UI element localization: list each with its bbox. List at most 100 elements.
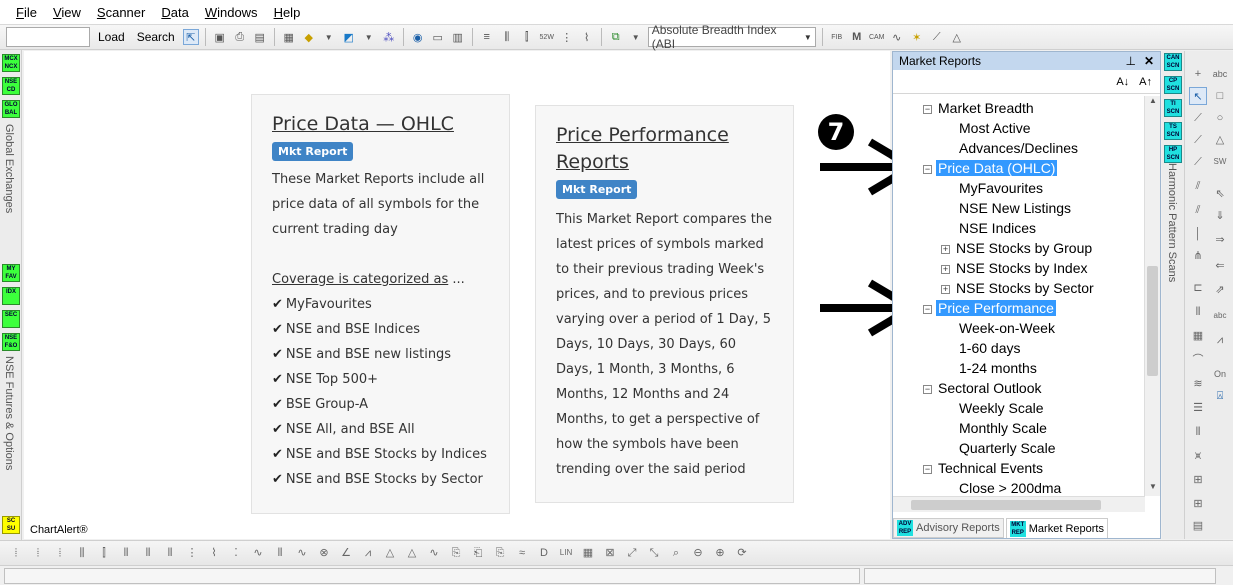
camarilla-icon[interactable]: CAM [869, 29, 885, 45]
candle-icon[interactable]: ⫿ [519, 29, 535, 45]
refresh-icon[interactable]: ⟳ [734, 545, 750, 561]
arrow-right-icon[interactable]: ⇒ [1211, 231, 1229, 249]
zoom-in-icon[interactable]: ⊕ [712, 545, 728, 561]
tree-item[interactable]: Advances/Declines [957, 138, 1080, 158]
indicator-icon[interactable]: ◩ [341, 29, 357, 45]
grid-icon[interactable]: ▦ [580, 545, 596, 561]
arrow-up-right-icon[interactable]: ⇗ [1211, 281, 1229, 299]
on-toggle-icon[interactable]: On [1211, 365, 1229, 383]
table-icon[interactable]: ▤ [1189, 517, 1207, 535]
tree-item[interactable]: + NSE Stocks by Index [941, 258, 1090, 278]
wave-icon[interactable]: ∿ [250, 545, 266, 561]
line-chart-icon[interactable]: ⌇ [206, 545, 222, 561]
hilo-icon[interactable]: 52W [539, 29, 555, 45]
tree-item[interactable]: + NSE Stocks by Sector [941, 278, 1096, 298]
scroll-thumb[interactable] [1147, 266, 1158, 376]
compress-icon[interactable]: ⤡ [646, 545, 662, 561]
ray-icon[interactable]: ⟋ [1189, 153, 1207, 171]
scan-button[interactable]: TI SCN [1164, 99, 1182, 117]
copy-icon[interactable]: ⎘ [492, 545, 508, 561]
collapse-icon[interactable]: − [923, 384, 932, 394]
ohlc-icon[interactable]: ⫼ [74, 545, 90, 561]
wave-icon[interactable]: ∿ [294, 545, 310, 561]
pitchfork-icon[interactable]: ⋔ [1189, 247, 1207, 265]
globe-icon[interactable]: ◉ [410, 29, 426, 45]
fan-icon[interactable]: ⩘ [360, 545, 376, 561]
pattern-icon[interactable]: △ [382, 545, 398, 561]
arc-icon[interactable]: ⌒ [1189, 351, 1207, 369]
volume-icon[interactable]: ⋮ [184, 545, 200, 561]
line-icon[interactable]: ⟋ [1189, 109, 1207, 127]
bars-icon[interactable]: ⦀ [1189, 303, 1207, 321]
grid-icon[interactable]: ⊞ [1189, 495, 1207, 513]
pattern-icon[interactable]: △ [949, 29, 965, 45]
window-icon[interactable]: ▭ [430, 29, 446, 45]
save-icon[interactable]: ▣ [212, 29, 228, 45]
menu-scanner[interactable]: Scanner [89, 5, 153, 20]
tree-item[interactable]: Weekly Scale [957, 398, 1046, 418]
tree-item[interactable]: − Price Performance [923, 298, 1056, 318]
tree-item[interactable]: − Sectoral Outlook [923, 378, 1044, 398]
tree-item[interactable]: − Technical Events [923, 458, 1045, 478]
grid-icon[interactable]: ▦ [1189, 327, 1207, 345]
chevron-down-icon[interactable]: ▼ [361, 29, 377, 45]
scan-button[interactable]: CAN SCN [1164, 53, 1182, 71]
breadth-icon[interactable]: ⧉ [608, 29, 624, 45]
volume-icon[interactable]: ⋮ [559, 29, 575, 45]
sec-button[interactable]: SEC [2, 310, 20, 328]
dots-icon[interactable]: ⁚ [228, 545, 244, 561]
chevron-down-icon[interactable]: ▼ [628, 29, 644, 45]
tree-item[interactable]: Close > 200dma [957, 478, 1063, 496]
d-icon[interactable]: D [536, 545, 552, 561]
pin-icon[interactable]: ⊥ [1125, 54, 1135, 68]
tree-item[interactable]: MyFavourites [957, 178, 1045, 198]
mcx-ncx-button[interactable]: MCX NCX [2, 54, 20, 72]
scan-summary-button[interactable]: SC SU [2, 516, 20, 534]
tree-item[interactable]: 1-60 days [957, 338, 1022, 358]
text-tool-icon[interactable]: abc [1211, 65, 1229, 83]
arrow-left-icon[interactable]: ⇐ [1211, 257, 1229, 275]
nse-futures-options-label[interactable]: NSE Futures & Options [3, 356, 15, 470]
fan-icon[interactable]: ⩘ [1211, 331, 1229, 349]
bars-icon[interactable]: ⦀ [140, 545, 156, 561]
lines-icon[interactable]: ☰ [1189, 399, 1207, 417]
triangle-icon[interactable]: △ [1211, 131, 1229, 149]
crosshair-icon[interactable]: + [1189, 65, 1207, 83]
scroll-down-icon[interactable]: ▼ [1145, 482, 1161, 496]
point-figure-icon[interactable]: ⊗ [316, 545, 332, 561]
lin-icon[interactable]: LIN [558, 545, 574, 561]
layout-icon[interactable]: ▥ [450, 29, 466, 45]
fibo-icon[interactable]: FIB [829, 29, 845, 45]
idx-button[interactable]: IDX [2, 287, 20, 305]
channel-icon[interactable]: ⫽ [1189, 177, 1207, 195]
pivot-icon[interactable]: M [849, 29, 865, 45]
menu-view[interactable]: View [45, 5, 89, 20]
fib-icon[interactable]: ⫴ [1189, 423, 1207, 441]
collapse-icon[interactable]: − [923, 464, 932, 474]
price-performance-title[interactable]: Price Performance Reports [556, 122, 773, 176]
expand-icon[interactable]: + [941, 244, 950, 254]
tree-item[interactable]: + NSE Stocks by Group [941, 238, 1094, 258]
load-button[interactable]: Load [94, 30, 129, 44]
sort-ascending-button[interactable]: A↓ [1116, 76, 1129, 88]
scroll-thumb[interactable] [911, 500, 1101, 510]
avg-icon[interactable]: ⌇ [579, 29, 595, 45]
bars-icon[interactable]: ⦀ [272, 545, 288, 561]
print-icon[interactable]: ⎙ [232, 29, 248, 45]
tree-item[interactable]: − Market Breadth [923, 98, 1036, 118]
rectangle-icon[interactable]: □ [1211, 87, 1229, 105]
swing-icon[interactable]: SW [1211, 153, 1229, 171]
expand-icon[interactable]: + [941, 264, 950, 274]
menu-help[interactable]: Help [266, 5, 309, 20]
scroll-up-icon[interactable]: ▲ [1145, 96, 1161, 110]
search-button[interactable]: Search [133, 30, 179, 44]
scale-icon[interactable]: ⦙ [52, 545, 68, 561]
reset-icon[interactable]: ⍓ [1211, 387, 1229, 405]
dots-icon[interactable]: ⁂ [381, 29, 397, 45]
star-icon[interactable]: ✶ [909, 29, 925, 45]
vertical-line-icon[interactable]: │ [1189, 225, 1207, 243]
channel-icon[interactable]: ⫽ [1189, 201, 1207, 219]
harmonic-pattern-scans-label[interactable]: Harmonic Pattern Scans [1166, 163, 1178, 282]
tree-item[interactable]: − Price Data (OHLC) [923, 158, 1058, 178]
scan-button[interactable]: HP SCN [1164, 145, 1182, 163]
